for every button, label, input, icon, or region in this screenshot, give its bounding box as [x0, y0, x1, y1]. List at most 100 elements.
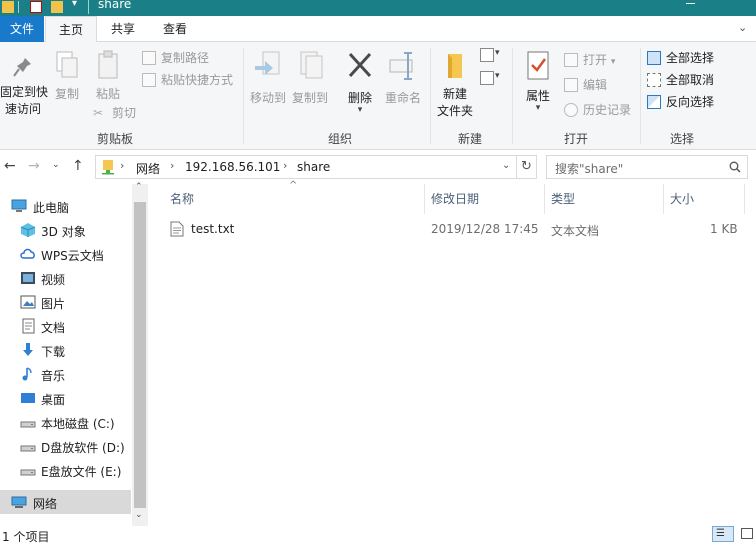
- select-none-label: 全部取消: [666, 73, 715, 87]
- select-none-button[interactable]: 全部取消: [647, 71, 714, 89]
- column-header-size[interactable]: 大小: [670, 184, 694, 214]
- nav-scrollbar-thumb[interactable]: [134, 202, 146, 508]
- properties-button[interactable]: 属性 ▾: [520, 50, 556, 113]
- edit-button[interactable]: 编辑: [564, 76, 607, 94]
- open-button[interactable]: 打开 ▾: [564, 51, 615, 69]
- nav-scrollbar[interactable]: ⌃ ⌄: [132, 182, 148, 526]
- table-row[interactable]: test.txt 2019/12/28 17:45 文本文档 1 KB: [162, 218, 742, 240]
- minimize-button[interactable]: [686, 3, 695, 4]
- nav-label: 下载: [41, 345, 66, 359]
- item-count: 1 个项目: [2, 530, 50, 544]
- column-divider[interactable]: [424, 184, 425, 214]
- chevron-right-icon[interactable]: ›: [170, 159, 174, 172]
- pin-quick-access-button[interactable]: 固定到快 速访问: [0, 56, 48, 118]
- delete-icon: [348, 52, 372, 78]
- select-all-button[interactable]: 全部选择: [647, 49, 714, 67]
- nav-label: 此电脑: [33, 201, 70, 215]
- chevron-down-icon: ▾: [357, 105, 363, 115]
- new-folder-label: 新建 文件夹: [436, 87, 473, 118]
- nav-item-videos[interactable]: 视频: [0, 266, 131, 290]
- nav-item-desktop[interactable]: 桌面: [0, 386, 131, 410]
- properties-quick-icon[interactable]: [30, 1, 42, 13]
- paste-button[interactable]: 粘贴: [91, 50, 125, 102]
- breadcrumb-network[interactable]: 网络: [136, 160, 160, 177]
- copy-label: 复制: [54, 87, 79, 101]
- search-box[interactable]: 搜索"share": [546, 155, 748, 179]
- chevron-down-icon: ▾: [610, 57, 616, 67]
- new-folder-button[interactable]: 新建 文件夹: [434, 50, 476, 120]
- cut-label: 剪切: [112, 106, 137, 120]
- breadcrumb-host[interactable]: 192.168.56.101: [185, 160, 280, 174]
- invert-selection-icon: [647, 95, 661, 109]
- chevron-right-icon[interactable]: ›: [120, 159, 124, 172]
- move-to-button[interactable]: 移动到: [248, 50, 288, 106]
- nav-item-drive-c[interactable]: 本地磁盘 (C:): [0, 410, 131, 434]
- drive-icon: [20, 469, 36, 476]
- properties-label: 属性: [525, 89, 550, 103]
- column-header-name[interactable]: 名称: [170, 184, 194, 214]
- copy-button[interactable]: 复制: [51, 50, 83, 102]
- chevron-down-icon[interactable]: ▾: [495, 71, 500, 81]
- delete-button[interactable]: 删除 ▾: [342, 50, 378, 115]
- up-arrow-icon[interactable]: ↑: [72, 158, 84, 174]
- tab-home[interactable]: 主页: [45, 16, 97, 43]
- separator: [88, 0, 89, 14]
- chevron-down-icon[interactable]: ⌄: [738, 21, 747, 34]
- cut-button[interactable]: ✂ 剪切: [93, 104, 136, 122]
- column-divider[interactable]: [544, 184, 545, 214]
- forward-arrow-icon[interactable]: →: [28, 158, 40, 174]
- tab-share[interactable]: 共享: [100, 16, 146, 42]
- file-size: 1 KB: [710, 222, 738, 236]
- address-box[interactable]: › 网络 › 192.168.56.101 › share ⌄: [95, 155, 517, 179]
- large-icons-view-icon: [741, 528, 753, 539]
- nav-item-drive-e[interactable]: E盘放文件 (E:): [0, 458, 131, 482]
- nav-item-downloads[interactable]: 下载: [0, 338, 131, 362]
- nav-label: 3D 对象: [41, 225, 86, 239]
- paste-shortcut-icon: [142, 73, 156, 87]
- column-header-modified[interactable]: 修改日期: [431, 184, 479, 214]
- new-item-icon[interactable]: [480, 48, 494, 62]
- column-divider[interactable]: [744, 184, 745, 214]
- easy-access-icon[interactable]: [480, 71, 494, 85]
- new-folder-quick-icon[interactable]: [51, 1, 63, 13]
- rename-icon: [389, 52, 413, 80]
- edit-icon: [564, 78, 578, 92]
- move-to-icon: [255, 51, 280, 75]
- breadcrumb-share[interactable]: share: [297, 160, 330, 174]
- group-separator: [640, 48, 641, 144]
- rename-button[interactable]: 重命名: [383, 50, 423, 106]
- chevron-down-icon[interactable]: ⌄: [502, 160, 510, 171]
- column-header-type[interactable]: 类型: [551, 184, 575, 214]
- large-icons-view-button[interactable]: [738, 526, 756, 542]
- back-arrow-icon[interactable]: ←: [4, 158, 16, 174]
- nav-item-drive-d[interactable]: D盘放软件 (D:): [0, 434, 131, 458]
- paste-shortcut-button[interactable]: 粘贴快捷方式: [142, 71, 233, 89]
- details-view-icon: ☰: [716, 528, 725, 539]
- nav-item-network[interactable]: 网络: [0, 490, 131, 514]
- chevron-down-icon[interactable]: ▾: [495, 48, 500, 58]
- scroll-up-icon[interactable]: ⌃: [135, 182, 143, 192]
- nav-item-documents[interactable]: 文档: [0, 314, 131, 338]
- copy-path-button[interactable]: 复制路径: [142, 49, 209, 67]
- pin-icon: [13, 58, 31, 77]
- recent-locations-icon[interactable]: ⌄: [52, 160, 60, 170]
- nav-item-3d-objects[interactable]: 3D 对象: [0, 218, 131, 242]
- nav-item-this-pc[interactable]: 此电脑: [0, 194, 131, 218]
- navigation-pane: 此电脑 3D 对象 WPS云文档 视频 图片 文档 下载 音乐 桌面 本地磁盘 …: [0, 182, 148, 526]
- customize-toolbar-icon[interactable]: ▾: [72, 0, 77, 9]
- column-divider[interactable]: [663, 184, 664, 214]
- nav-item-pictures[interactable]: 图片: [0, 290, 131, 314]
- nav-item-music[interactable]: 音乐: [0, 362, 131, 386]
- chevron-right-icon[interactable]: ›: [283, 159, 287, 172]
- tab-view[interactable]: 查看: [152, 16, 198, 42]
- copy-to-button[interactable]: 复制到: [290, 50, 330, 106]
- tab-file[interactable]: 文件: [0, 16, 44, 42]
- file-name: test.txt: [191, 222, 235, 236]
- details-view-button[interactable]: ☰: [712, 526, 734, 542]
- history-button[interactable]: 历史记录: [564, 101, 631, 119]
- refresh-button[interactable]: ↻: [517, 155, 537, 179]
- scroll-down-icon[interactable]: ⌄: [135, 510, 143, 520]
- status-bar: 1 个项目 ☰: [0, 526, 756, 544]
- invert-selection-button[interactable]: 反向选择: [647, 93, 714, 111]
- nav-item-wps-cloud[interactable]: WPS云文档: [0, 242, 131, 266]
